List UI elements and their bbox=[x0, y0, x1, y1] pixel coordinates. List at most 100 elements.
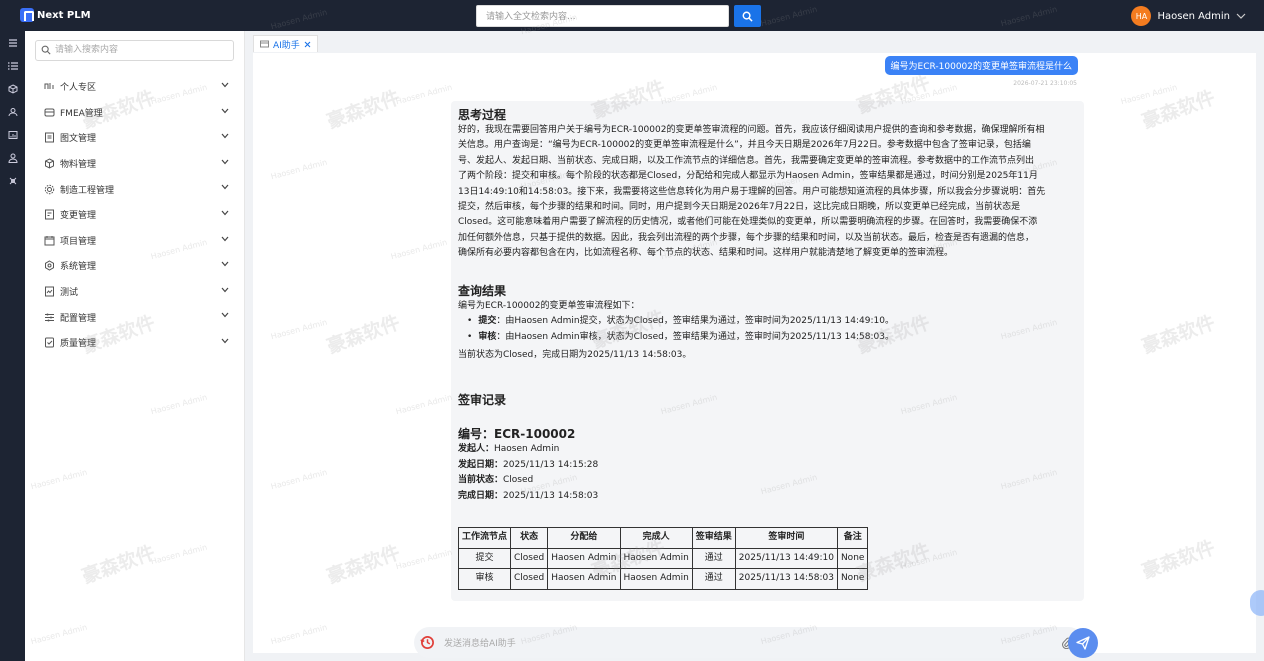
main-area: AI助手 编号为ECR-100002的变更单签审流程是什么 2026-07-21… bbox=[250, 31, 1264, 661]
table-cell: Haosen Admin bbox=[547, 547, 621, 569]
floating-assistant-button[interactable] bbox=[1250, 590, 1264, 616]
table-header: 签审结果 bbox=[691, 527, 736, 549]
test-icon bbox=[44, 286, 55, 297]
table-cell: 通过 bbox=[691, 547, 736, 569]
result-summary: 当前状态为Closed，完成日期为2025/11/13 14:58:03。 bbox=[458, 350, 692, 361]
thinking-line: 号、发起人、发起日期、当前状态、完成日期，以及工作流节点的详细信息。首先，我需要… bbox=[458, 155, 1035, 166]
record-field: 发起人：Haosen Admin bbox=[458, 444, 560, 455]
sliders-icon bbox=[44, 312, 55, 323]
table-header: 工作流节点 bbox=[457, 527, 512, 549]
team-icon[interactable] bbox=[0, 100, 25, 123]
sidebar-item-label: 个人专区 bbox=[60, 83, 97, 94]
app-logo[interactable]: Next PLM bbox=[20, 8, 91, 22]
app-name: Next PLM bbox=[37, 9, 91, 21]
record-number: 编号：ECR-100002 bbox=[458, 427, 576, 441]
chevron-down-icon bbox=[221, 210, 229, 216]
cube-icon[interactable] bbox=[0, 77, 25, 100]
send-icon bbox=[1076, 636, 1090, 650]
change-icon bbox=[44, 209, 55, 220]
sidebar-item-label: 图文管理 bbox=[60, 134, 97, 145]
chevron-down-icon bbox=[221, 287, 229, 293]
table-cell: Closed bbox=[510, 568, 549, 590]
user-menu[interactable]: HA Haosen Admin bbox=[1131, 6, 1246, 26]
thinking-line: 提交，然后审核，每个步骤的结果和时间。同时，用户提到今天日期是2026年7月22… bbox=[458, 202, 1021, 213]
table-row: 审核 Closed Haosen Admin Haosen Admin 通过 2025/1… bbox=[457, 568, 869, 590]
user-question-bubble: 编号为ECR-100002的变更单签审流程是什么 bbox=[884, 56, 1078, 75]
sidebar-item-8[interactable]: 测试 bbox=[25, 279, 244, 305]
workflow-table: 工作流节点 状态 分配给 完成人 签审结果 签审时间 备注 提交 Closed Haosen A… bbox=[457, 527, 869, 590]
message-placeholder: 发送消息给AI助手 bbox=[444, 639, 516, 649]
table-cell: 提交 bbox=[457, 547, 512, 569]
chevron-down-icon bbox=[221, 261, 229, 267]
chevron-down-icon bbox=[221, 312, 229, 318]
tab-icon bbox=[260, 40, 269, 48]
table-cell: Haosen Admin bbox=[547, 568, 621, 590]
avatar: HA bbox=[1131, 6, 1152, 26]
thinking-line: 关信息。用户查询是：“编号为ECR-100002的变更单签审流程是什么”，并且今… bbox=[458, 140, 1031, 151]
global-search-input[interactable]: 请输入全文检索内容... bbox=[476, 5, 729, 27]
chevron-down-icon bbox=[221, 133, 229, 139]
table-header: 备注 bbox=[836, 527, 869, 549]
table-cell: Closed bbox=[510, 547, 549, 569]
table-cell: 通过 bbox=[691, 568, 736, 590]
cube-icon bbox=[44, 158, 55, 169]
document-icon bbox=[44, 132, 55, 143]
sidebar-item-label: 质量管理 bbox=[60, 339, 97, 350]
thinking-line: 加任何额外信息，只基于提供的数据。因此，我会列出流程的两个步骤，每个步骤的结果和… bbox=[458, 232, 1035, 243]
project-icon bbox=[44, 235, 55, 246]
dashboard-icon[interactable] bbox=[0, 123, 25, 146]
sidebar-item-6[interactable]: 项目管理 bbox=[25, 228, 244, 254]
sidebar: 请输入搜索内容 个人专区 FMEA管理图文管理物料管理制造工程管理变更管理 项目管理… bbox=[25, 31, 245, 661]
sidebar-item-4[interactable]: 制造工程管理 bbox=[25, 176, 244, 202]
table-cell: Haosen Admin bbox=[619, 547, 693, 569]
record-field: 完成日期：2025/11/13 14:58:03 bbox=[458, 490, 599, 501]
thinking-line: 确保所有必要内容都包含在内，比如流程名称、每个节点的状态、结果和时间。这样用户就… bbox=[458, 248, 954, 259]
table-cell: 2025/11/13 14:49:10 bbox=[734, 547, 838, 569]
sidebar-item-1[interactable]: FMEA管理 bbox=[25, 100, 244, 126]
collapse-menu-icon[interactable] bbox=[0, 31, 25, 54]
table-cell: None bbox=[836, 547, 869, 569]
record-field: 当前状态：Closed bbox=[458, 475, 534, 486]
tools-icon[interactable] bbox=[0, 169, 25, 192]
sidebar-item-5[interactable]: 变更管理 bbox=[25, 202, 244, 228]
thinking-line: 好的，我现在需要回答用户关于编号为ECR-100002的变更单签审流程的问题。首… bbox=[458, 125, 1045, 135]
sidebar-menu: 个人专区 FMEA管理图文管理物料管理制造工程管理变更管理 项目管理系统管理测试配置… bbox=[25, 74, 244, 356]
thinking-line: Closed。这可能意味着用户需要了解流程的历史情况，或者他们可能在处理类似的变… bbox=[458, 217, 1038, 228]
question-timestamp: 2026-07-21 23:10:05 bbox=[1013, 80, 1077, 87]
message-input[interactable]: 发送消息给AI助手 bbox=[414, 627, 1084, 658]
thinking-line: 13日14:49:10和14:58:03。接下来，我需要将这些信息转化为用户易于… bbox=[458, 186, 1046, 197]
sidebar-search-input[interactable]: 请输入搜索内容 bbox=[35, 40, 234, 61]
sidebar-item-9[interactable]: 配置管理 bbox=[25, 304, 244, 330]
history-icon[interactable] bbox=[420, 635, 435, 650]
sidebar-item-7[interactable]: 系统管理 bbox=[25, 253, 244, 279]
chevron-down-icon bbox=[221, 236, 229, 241]
sidebar-item-label: 系统管理 bbox=[60, 262, 97, 273]
sidebar-item-label: 制造工程管理 bbox=[60, 185, 115, 196]
list-icon[interactable] bbox=[0, 54, 25, 77]
tab-ai-assistant[interactable]: AI助手 bbox=[253, 35, 318, 52]
table-header: 完成人 bbox=[619, 527, 693, 549]
search-icon bbox=[742, 11, 753, 22]
table-header: 签审时间 bbox=[734, 527, 838, 549]
search-icon bbox=[41, 45, 51, 55]
sidebar-item-label: 配置管理 bbox=[60, 313, 97, 324]
send-button[interactable] bbox=[1068, 628, 1098, 658]
record-title: 签审记录 bbox=[458, 393, 507, 407]
sidebar-item-2[interactable]: 图文管理 bbox=[25, 125, 244, 151]
chevron-down-icon bbox=[221, 108, 229, 114]
list-item: 提交：由Haosen Admin提交，状态为Closed，签审结果为通过，签审时… bbox=[467, 314, 1080, 329]
table-header: 状态 bbox=[510, 527, 549, 549]
settings-icon bbox=[44, 260, 55, 272]
sidebar-search-placeholder: 请输入搜索内容 bbox=[55, 45, 119, 55]
list-item: 审核：由Haosen Admin审核，状态为Closed，签审结果为通过，签审时… bbox=[467, 330, 1080, 345]
chevron-down-icon bbox=[221, 82, 229, 88]
close-icon[interactable] bbox=[304, 41, 311, 48]
table-cell: 审核 bbox=[457, 568, 512, 590]
global-search-button[interactable] bbox=[734, 5, 761, 27]
sidebar-item-10[interactable]: 质量管理 bbox=[25, 330, 244, 356]
sidebar-item-0[interactable]: 个人专区 bbox=[25, 74, 244, 100]
sidebar-item-3[interactable]: 物料管理 bbox=[25, 151, 244, 177]
result-title: 查询结果 bbox=[458, 284, 507, 298]
ai-answer: 思考过程 好的，我现在需要回答用户关于编号为ECR-100002的变更单签审流程… bbox=[451, 101, 1084, 601]
user-icon[interactable] bbox=[0, 146, 25, 169]
